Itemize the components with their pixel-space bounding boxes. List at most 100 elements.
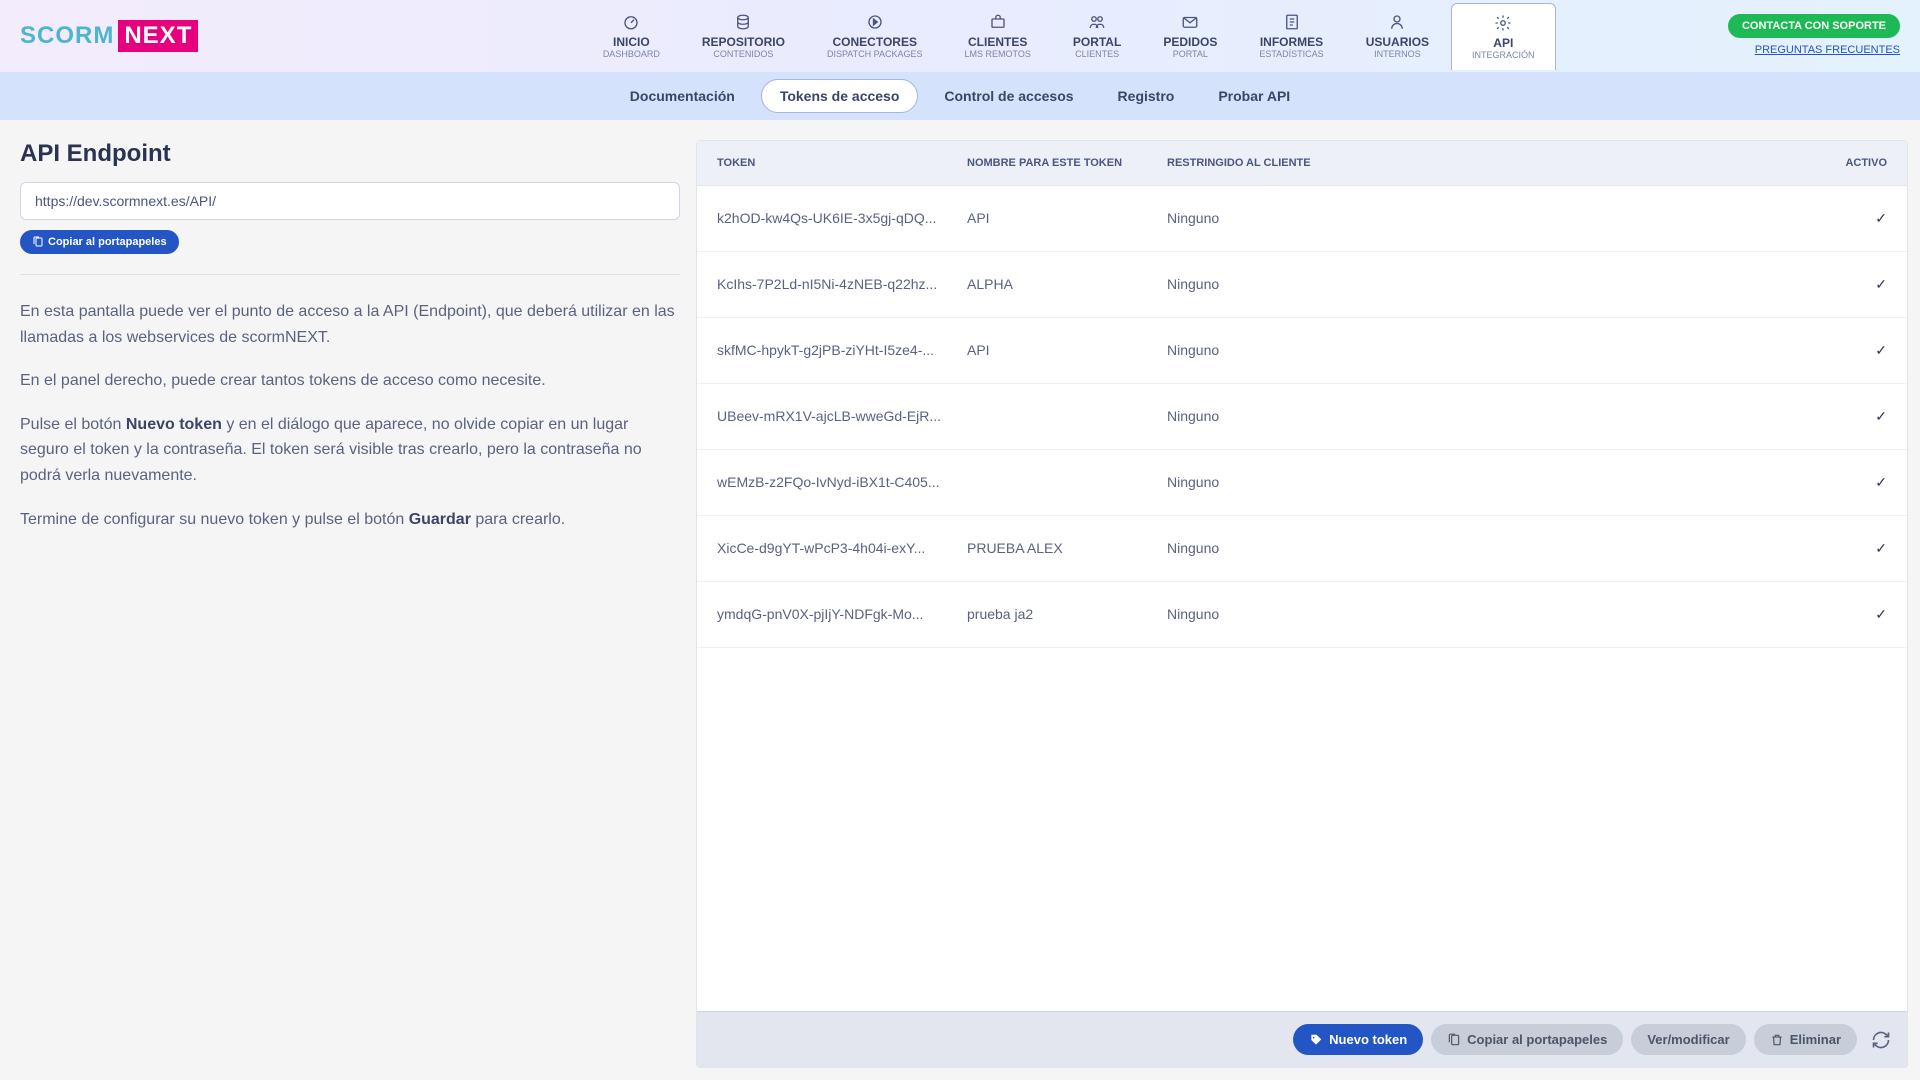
header: SCORM NEXT INICIO DASHBOARD REPOSITORIO … bbox=[0, 0, 1920, 72]
cell-client: Ninguno bbox=[1167, 606, 1807, 623]
clipboard-icon bbox=[32, 236, 44, 248]
th-name: NOMBRE PARA ESTE TOKEN bbox=[967, 157, 1167, 169]
endpoint-input[interactable] bbox=[20, 182, 680, 220]
new-token-button[interactable]: Nuevo token bbox=[1293, 1024, 1423, 1055]
cell-client: Ninguno bbox=[1167, 408, 1807, 425]
main-nav: INICIO DASHBOARD REPOSITORIO CONTENIDOS … bbox=[583, 3, 1556, 70]
cell-name: API bbox=[967, 210, 1167, 227]
orders-icon bbox=[1181, 13, 1199, 31]
nav-label: REPOSITORIO bbox=[702, 35, 785, 49]
subheader-tabs: DocumentaciónTokens de accesoControl de … bbox=[0, 72, 1920, 120]
nav-label: USUARIOS bbox=[1366, 35, 1429, 49]
cell-name bbox=[967, 474, 1167, 491]
left-panel: API Endpoint Copiar al portapapeles En e… bbox=[20, 140, 680, 1068]
cell-active: ✓ bbox=[1807, 540, 1887, 557]
nav-label: INFORMES bbox=[1260, 35, 1323, 49]
nav-item-inicio[interactable]: INICIO DASHBOARD bbox=[583, 3, 680, 70]
cell-name: API bbox=[967, 342, 1167, 359]
tab-control-de-accesos[interactable]: Control de accesos bbox=[926, 80, 1091, 112]
nav-sublabel: PORTAL bbox=[1173, 49, 1208, 59]
table-header: TOKEN NOMBRE PARA ESTE TOKEN RESTRINGIDO… bbox=[697, 141, 1907, 186]
cell-token: skfMC-hpykT-g2jPB-ziYHt-I5ze4-... bbox=[717, 342, 967, 359]
cell-active: ✓ bbox=[1807, 606, 1887, 623]
table-row[interactable]: XicCe-d9gYT-wPcP3-4h04i-exY... PRUEBA AL… bbox=[697, 516, 1907, 582]
tokens-panel: TOKEN NOMBRE PARA ESTE TOKEN RESTRINGIDO… bbox=[696, 140, 1908, 1068]
tab-tokens-de-acceso[interactable]: Tokens de acceso bbox=[761, 79, 919, 113]
nav-item-api[interactable]: API INTEGRACIÓN bbox=[1451, 3, 1556, 70]
cell-token: KcIhs-7P2Ld-nI5Ni-4zNEB-q22hz... bbox=[717, 276, 967, 293]
nav-item-informes[interactable]: INFORMES ESTADÍSTICAS bbox=[1239, 3, 1343, 70]
cell-active: ✓ bbox=[1807, 408, 1887, 425]
faq-link[interactable]: PREGUNTAS FRECUENTES bbox=[1755, 44, 1900, 56]
nav-label: API bbox=[1493, 36, 1513, 50]
cell-client: Ninguno bbox=[1167, 474, 1807, 491]
clients-icon bbox=[989, 13, 1007, 31]
nav-label: PORTAL bbox=[1073, 35, 1121, 49]
nav-label: INICIO bbox=[613, 35, 650, 49]
cell-client: Ninguno bbox=[1167, 342, 1807, 359]
cell-token: UBeev-mRX1V-ajcLB-wweGd-EjR... bbox=[717, 408, 967, 425]
panel-title: API Endpoint bbox=[20, 140, 680, 168]
cell-token: k2hOD-kw4Qs-UK6IE-3x5gj-qDQ... bbox=[717, 210, 967, 227]
nav-label: PEDIDOS bbox=[1163, 35, 1217, 49]
view-modify-button[interactable]: Ver/modificar bbox=[1631, 1024, 1745, 1055]
table-row[interactable]: UBeev-mRX1V-ajcLB-wweGd-EjR... Ninguno ✓ bbox=[697, 384, 1907, 450]
nav-sublabel: INTERNOS bbox=[1374, 49, 1421, 59]
view-modify-label: Ver/modificar bbox=[1647, 1032, 1729, 1047]
cell-active: ✓ bbox=[1807, 210, 1887, 227]
tab-documentación[interactable]: Documentación bbox=[612, 80, 753, 112]
reports-icon bbox=[1283, 13, 1301, 31]
table-row[interactable]: k2hOD-kw4Qs-UK6IE-3x5gj-qDQ... API Ningu… bbox=[697, 186, 1907, 252]
nav-item-portal[interactable]: PORTAL CLIENTES bbox=[1053, 3, 1141, 70]
doc-paragraph-2: En el panel derecho, puede crear tantos … bbox=[20, 368, 680, 394]
doc-paragraph-1: En esta pantalla puede ver el punto de a… bbox=[20, 299, 680, 350]
copy-token-button[interactable]: Copiar al portapapeles bbox=[1431, 1024, 1623, 1055]
nav-item-repositorio[interactable]: REPOSITORIO CONTENIDOS bbox=[682, 3, 805, 70]
logo-next: NEXT bbox=[118, 20, 198, 52]
users-icon bbox=[1388, 13, 1406, 31]
refresh-icon[interactable] bbox=[1871, 1030, 1891, 1050]
nav-label: CLIENTES bbox=[968, 35, 1027, 49]
content: API Endpoint Copiar al portapapeles En e… bbox=[0, 120, 1920, 1080]
nav-sublabel: CONTENIDOS bbox=[713, 49, 773, 59]
th-token: TOKEN bbox=[717, 157, 967, 169]
copy-endpoint-button[interactable]: Copiar al portapapeles bbox=[20, 230, 179, 254]
cell-name bbox=[967, 408, 1167, 425]
table-row[interactable]: wEMzB-z2FQo-IvNyd-iBX1t-C405... Ninguno … bbox=[697, 450, 1907, 516]
connectors-icon bbox=[866, 13, 884, 31]
clipboard-icon bbox=[1447, 1033, 1461, 1047]
cell-token: XicCe-d9gYT-wPcP3-4h04i-exY... bbox=[717, 540, 967, 557]
table-row[interactable]: skfMC-hpykT-g2jPB-ziYHt-I5ze4-... API Ni… bbox=[697, 318, 1907, 384]
delete-button[interactable]: Eliminar bbox=[1754, 1024, 1857, 1055]
nav-item-usuarios[interactable]: USUARIOS INTERNOS bbox=[1346, 3, 1449, 70]
delete-label: Eliminar bbox=[1790, 1032, 1841, 1047]
dashboard-icon bbox=[622, 13, 640, 31]
new-token-label: Nuevo token bbox=[1329, 1032, 1407, 1047]
nav-item-conectores[interactable]: CONECTORES DISPATCH PACKAGES bbox=[807, 3, 943, 70]
contact-support-button[interactable]: CONTACTA CON SOPORTE bbox=[1728, 14, 1900, 38]
nav-sublabel: DISPATCH PACKAGES bbox=[827, 49, 923, 59]
cell-active: ✓ bbox=[1807, 474, 1887, 491]
tag-icon bbox=[1309, 1033, 1323, 1047]
cell-name: prueba ja2 bbox=[967, 606, 1167, 623]
tab-registro[interactable]: Registro bbox=[1100, 80, 1193, 112]
portal-icon bbox=[1088, 13, 1106, 31]
tab-probar-api[interactable]: Probar API bbox=[1200, 80, 1308, 112]
nav-sublabel: CLIENTES bbox=[1075, 49, 1119, 59]
cell-name: PRUEBA ALEX bbox=[967, 540, 1167, 557]
nav-item-clientes[interactable]: CLIENTES LMS REMOTOS bbox=[945, 3, 1051, 70]
logo: SCORM NEXT bbox=[20, 20, 198, 52]
table-row[interactable]: ymdqG-pnV0X-pjIjY-NDFgk-Mo... prueba ja2… bbox=[697, 582, 1907, 648]
cell-name: ALPHA bbox=[967, 276, 1167, 293]
cell-client: Ninguno bbox=[1167, 210, 1807, 227]
repo-icon bbox=[734, 13, 752, 31]
api-icon bbox=[1494, 14, 1512, 32]
cell-active: ✓ bbox=[1807, 342, 1887, 359]
logo-scorm: SCORM bbox=[20, 22, 114, 50]
nav-item-pedidos[interactable]: PEDIDOS PORTAL bbox=[1143, 3, 1237, 70]
table-row[interactable]: KcIhs-7P2Ld-nI5Ni-4zNEB-q22hz... ALPHA N… bbox=[697, 252, 1907, 318]
divider bbox=[20, 274, 680, 275]
table-body: k2hOD-kw4Qs-UK6IE-3x5gj-qDQ... API Ningu… bbox=[697, 186, 1907, 1011]
nav-label: CONECTORES bbox=[833, 35, 917, 49]
th-active: ACTIVO bbox=[1807, 157, 1887, 169]
